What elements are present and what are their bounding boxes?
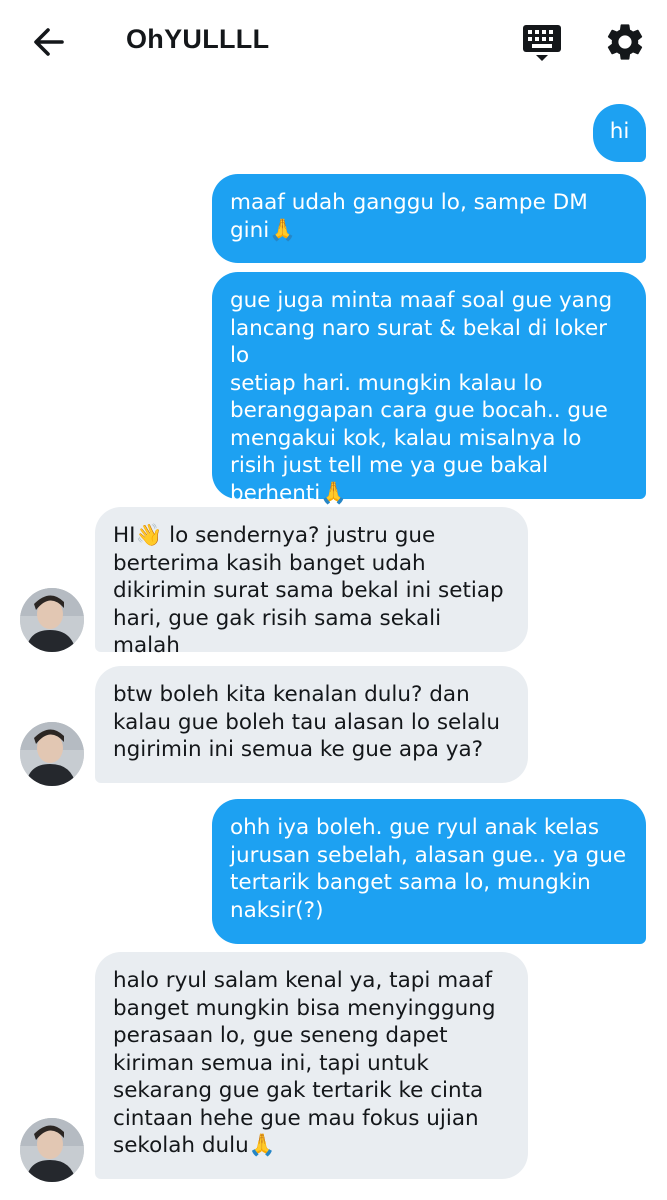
message-bubble-incoming[interactable]: btw boleh kita kenalan dulu? dan kalau g… (95, 666, 528, 783)
back-button[interactable] (28, 22, 70, 62)
message-bubble-outgoing[interactable]: ohh iya boleh. gue ryul anak kelas jurus… (212, 799, 646, 944)
message-bubble-incoming[interactable]: halo ryul salam kenal ya, tapi maaf bang… (95, 952, 528, 1179)
avatar-photo (20, 1118, 84, 1182)
keyboard-icon (523, 25, 561, 61)
message-bubble-outgoing[interactable]: gue juga minta maaf soal gue yang lancan… (212, 272, 646, 506)
message-bubble-outgoing[interactable]: maaf udah ganggu lo, sampe DM gini🙏 (212, 174, 646, 263)
contact-avatar[interactable] (20, 1118, 84, 1182)
keyboard-button[interactable] (520, 22, 564, 64)
conversation-title[interactable]: OhYULLLL (126, 24, 269, 55)
avatar-photo (20, 722, 84, 786)
arrow-left-icon (34, 28, 64, 56)
message-thread[interactable]: hi maaf udah ganggu lo, sampe DM gini🙏 g… (0, 84, 667, 1200)
chat-header: OhYULLLL (0, 0, 667, 84)
gear-icon (607, 24, 643, 60)
contact-avatar[interactable] (20, 722, 84, 786)
contact-avatar[interactable] (20, 588, 84, 652)
message-bubble-outgoing[interactable]: hi (593, 104, 646, 162)
avatar-photo (20, 588, 84, 652)
settings-button[interactable] (603, 20, 647, 64)
message-bubble-incoming[interactable]: HI👋 lo sendernya? justru gue berterima k… (95, 507, 528, 658)
